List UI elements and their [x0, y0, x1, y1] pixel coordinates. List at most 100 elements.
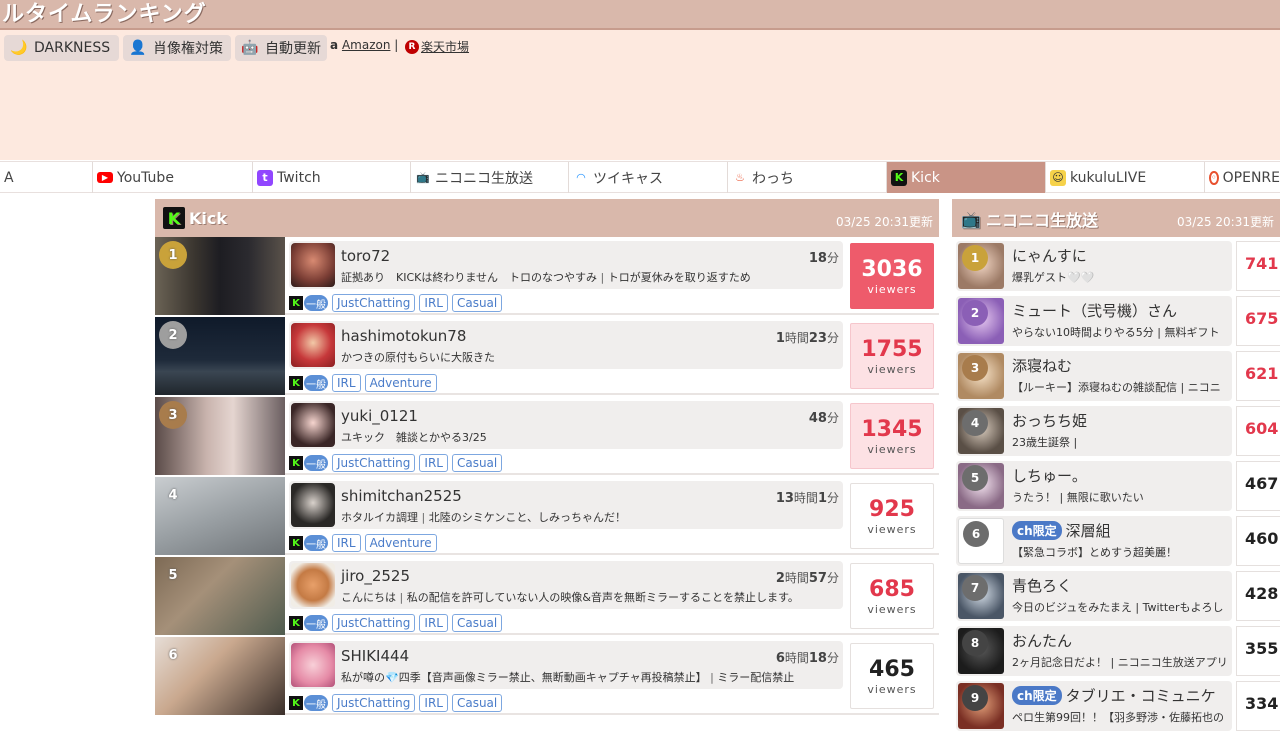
streamer-avatar	[291, 483, 335, 527]
niconico-panel-header: 📺 ニコニコ生放送 03/25 20:31更新	[952, 199, 1280, 237]
tab-watch[interactable]: ♨ わっち	[727, 162, 886, 193]
streamer-name: yuki_0121	[341, 407, 418, 425]
niconico-viewers: 334	[1236, 681, 1280, 731]
stream-thumbnail[interactable]: 6	[155, 637, 285, 715]
tab-twitch[interactable]: t Twitch	[252, 162, 410, 193]
stream-row[interactable]: 6 SHIKI444 私が噂の💎四季【音声画像ミラー禁止、無断動画キャプチャ再投…	[155, 637, 939, 715]
amazon-icon: a	[330, 38, 339, 52]
viewer-count-box: 925 viewers	[850, 483, 934, 549]
category-tag[interactable]: IRL	[419, 614, 448, 632]
tab-youtube[interactable]: ▶ YouTube	[92, 162, 252, 193]
category-tag[interactable]: JustChatting	[332, 294, 416, 312]
niconico-row[interactable]: 7 青色ろく 今日のビジュをみたまえ | Twitterもよろし 428	[952, 569, 1280, 621]
stream-thumbnail[interactable]: 5	[155, 557, 285, 635]
category-tag[interactable]: JustChatting	[332, 454, 416, 472]
stream-thumbnail[interactable]: 4	[155, 477, 285, 555]
niconico-card[interactable]: 2 ミュート（弐号機）さん やらない10時間よりやる5分 | 無料ギフト	[956, 296, 1232, 346]
stream-card[interactable]: toro72 証拠あり KICKは終わりません トロのなつやすみ | トロが夏休…	[289, 241, 843, 289]
niconico-desc: 【ルーキー】添寝ねむの雑談配信 | ニコニ	[1012, 381, 1221, 394]
category-tag[interactable]: Casual	[451, 454, 503, 472]
category-tag[interactable]: JustChatting	[332, 694, 416, 712]
tab-label: ニコニコ生放送	[435, 170, 533, 187]
category-tag[interactable]: Casual	[451, 694, 503, 712]
amazon-link[interactable]: Amazon	[342, 38, 391, 52]
niconico-row[interactable]: 2 ミュート（弐号機）さん やらない10時間よりやる5分 | 無料ギフト 675	[952, 294, 1280, 346]
niconico-row[interactable]: 5 しちゅー。 うたう！ | 無限に歌いたい 467	[952, 459, 1280, 511]
stream-thumbnail[interactable]: 2	[155, 317, 285, 395]
tab-label: Kick	[911, 169, 940, 186]
niconico-card[interactable]: 3 添寝ねむ 【ルーキー】添寝ねむの雑談配信 | ニコニ	[956, 351, 1232, 401]
moon-icon: 🌙	[10, 40, 28, 56]
general-badge: 一般	[304, 535, 328, 551]
tab-openrec[interactable]: ◦ OPENRE	[1204, 162, 1280, 193]
portrait-icon: 👤	[129, 40, 147, 56]
amazon-link-wrap: a Amazon |	[330, 38, 398, 52]
niconico-row[interactable]: 3 添寝ねむ 【ルーキー】添寝ねむの雑談配信 | ニコニ 621	[952, 349, 1280, 401]
viewers-label: viewers	[867, 682, 917, 696]
niconico-card[interactable]: 5 しちゅー。 うたう！ | 無限に歌いたい	[956, 461, 1232, 511]
niconico-card[interactable]: 8 おんたん 2ヶ月記念日だよ！ | ニコニコ生放送アプリ	[956, 626, 1232, 676]
tab-kukulu[interactable]: ☺ kukuluLIVE	[1045, 162, 1204, 193]
auto-update-button[interactable]: 🤖 自動更新	[235, 35, 327, 61]
kick-panel-title-text: Kick	[189, 208, 228, 228]
category-tag[interactable]: JustChatting	[332, 614, 416, 632]
stream-row[interactable]: 5 jiro_2525 こんにちは | 私の配信を許可していない人の映像&音声を…	[155, 557, 939, 635]
stream-card[interactable]: jiro_2525 こんにちは | 私の配信を許可していない人の映像&音声を無断…	[289, 561, 843, 609]
viewer-count: 3036	[861, 256, 923, 282]
viewer-count-box: 3036 viewers	[850, 243, 934, 309]
niconico-row[interactable]: 1 にゃんすに 爆乳ゲスト🤍🤍 741	[952, 239, 1280, 291]
category-tag[interactable]: Casual	[451, 294, 503, 312]
niconico-card[interactable]: 4 おっちち姫 23歳生誕祭 |	[956, 406, 1232, 456]
portrait-rights-button[interactable]: 👤 肖像権対策	[123, 35, 231, 61]
niconico-row[interactable]: 4 おっちち姫 23歳生誕祭 | 604	[952, 404, 1280, 456]
site-header: ルタイムランキング 🌙 DARKNESS 👤 肖像権対策 🤖 自動更新 a Am…	[0, 0, 1280, 160]
category-tag[interactable]: IRL	[332, 374, 361, 392]
rakuten-link[interactable]: 楽天市場	[421, 38, 469, 55]
category-tag[interactable]: IRL	[419, 694, 448, 712]
stream-title: 私が噂の💎四季【音声画像ミラー禁止、無断動画キャプチャ再投稿禁止】 | ミラー配…	[341, 671, 795, 684]
category-tag[interactable]: Casual	[451, 614, 503, 632]
tab-niconico[interactable]: 📺 ニコニコ生放送	[410, 162, 568, 193]
niconico-row[interactable]: 6 ch限定 深層組 【緊急コラボ】とめすう超美麗！ 460	[952, 514, 1280, 566]
tab-twitcasting[interactable]: ◠ ツイキャス	[568, 162, 727, 193]
darkness-label: DARKNESS	[34, 40, 111, 56]
kick-updated-time: 03/25 20:31更新	[836, 215, 933, 229]
darkness-button[interactable]: 🌙 DARKNESS	[4, 35, 119, 61]
kick-panel-title: K Kick	[163, 207, 227, 229]
stream-card[interactable]: hashimotokun78 かつきの原付もらいに大阪きた 1時間23分	[289, 321, 843, 369]
stream-row[interactable]: 1 toro72 証拠あり KICKは終わりません トロのなつやすみ | トロが…	[155, 237, 939, 315]
streamer-avatar	[291, 243, 335, 287]
niconico-viewers: 355	[1236, 626, 1280, 676]
stream-card[interactable]: yuki_0121 ユキック 雑談とかやる3/25 48分	[289, 401, 843, 449]
niconico-icon: 📺	[416, 171, 430, 184]
stream-card[interactable]: shimitchan2525 ホタルイカ調理 | 北陸のシミケンこと、しみっちゃ…	[289, 481, 843, 529]
niconico-row[interactable]: 9 ch限定 タブリエ・コミュニケ ペロ生第99回！！【羽多野渉・佐藤拓也の 33…	[952, 679, 1280, 731]
viewer-count-box: 1345 viewers	[850, 403, 934, 469]
viewer-count: 465	[869, 656, 915, 682]
niconico-thumbnail: 2	[958, 298, 1004, 344]
niconico-row[interactable]: 8 おんたん 2ヶ月記念日だよ！ | ニコニコ生放送アプリ 355	[952, 624, 1280, 676]
niconico-card[interactable]: 6 ch限定 深層組 【緊急コラボ】とめすう超美麗！	[956, 516, 1232, 566]
kick-icon: K	[289, 616, 303, 630]
niconico-card[interactable]: 9 ch限定 タブリエ・コミュニケ ペロ生第99回！！【羽多野渉・佐藤拓也の	[956, 681, 1232, 731]
tab-all[interactable]: A	[0, 162, 92, 193]
tab-kick[interactable]: K Kick	[886, 162, 1045, 193]
niconico-viewers: 428	[1236, 571, 1280, 621]
youtube-icon: ▶	[97, 172, 113, 183]
streamer-avatar	[291, 323, 335, 367]
category-tag[interactable]: Adventure	[364, 374, 437, 392]
niconico-thumbnail: 8	[958, 628, 1004, 674]
category-tag[interactable]: IRL	[332, 534, 361, 552]
category-tag[interactable]: IRL	[419, 454, 448, 472]
stream-card[interactable]: SHIKI444 私が噂の💎四季【音声画像ミラー禁止、無断動画キャプチャ再投稿禁…	[289, 641, 843, 689]
niconico-card[interactable]: 1 にゃんすに 爆乳ゲスト🤍🤍	[956, 241, 1232, 291]
stream-row[interactable]: 2 hashimotokun78 かつきの原付もらいに大阪きた 1時間23分 K…	[155, 317, 939, 395]
stream-row[interactable]: 3 yuki_0121 ユキック 雑談とかやる3/25 48分 K 一般 Jus…	[155, 397, 939, 475]
category-tag[interactable]: Adventure	[364, 534, 437, 552]
niconico-card[interactable]: 7 青色ろく 今日のビジュをみたまえ | Twitterもよろし	[956, 571, 1232, 621]
category-tag[interactable]: IRL	[419, 294, 448, 312]
stream-row[interactable]: 4 shimitchan2525 ホタルイカ調理 | 北陸のシミケンこと、しみっ…	[155, 477, 939, 555]
tag-list: K 一般 JustChatting IRL Casual	[289, 293, 506, 313]
stream-thumbnail[interactable]: 3	[155, 397, 285, 475]
stream-thumbnail[interactable]: 1	[155, 237, 285, 315]
